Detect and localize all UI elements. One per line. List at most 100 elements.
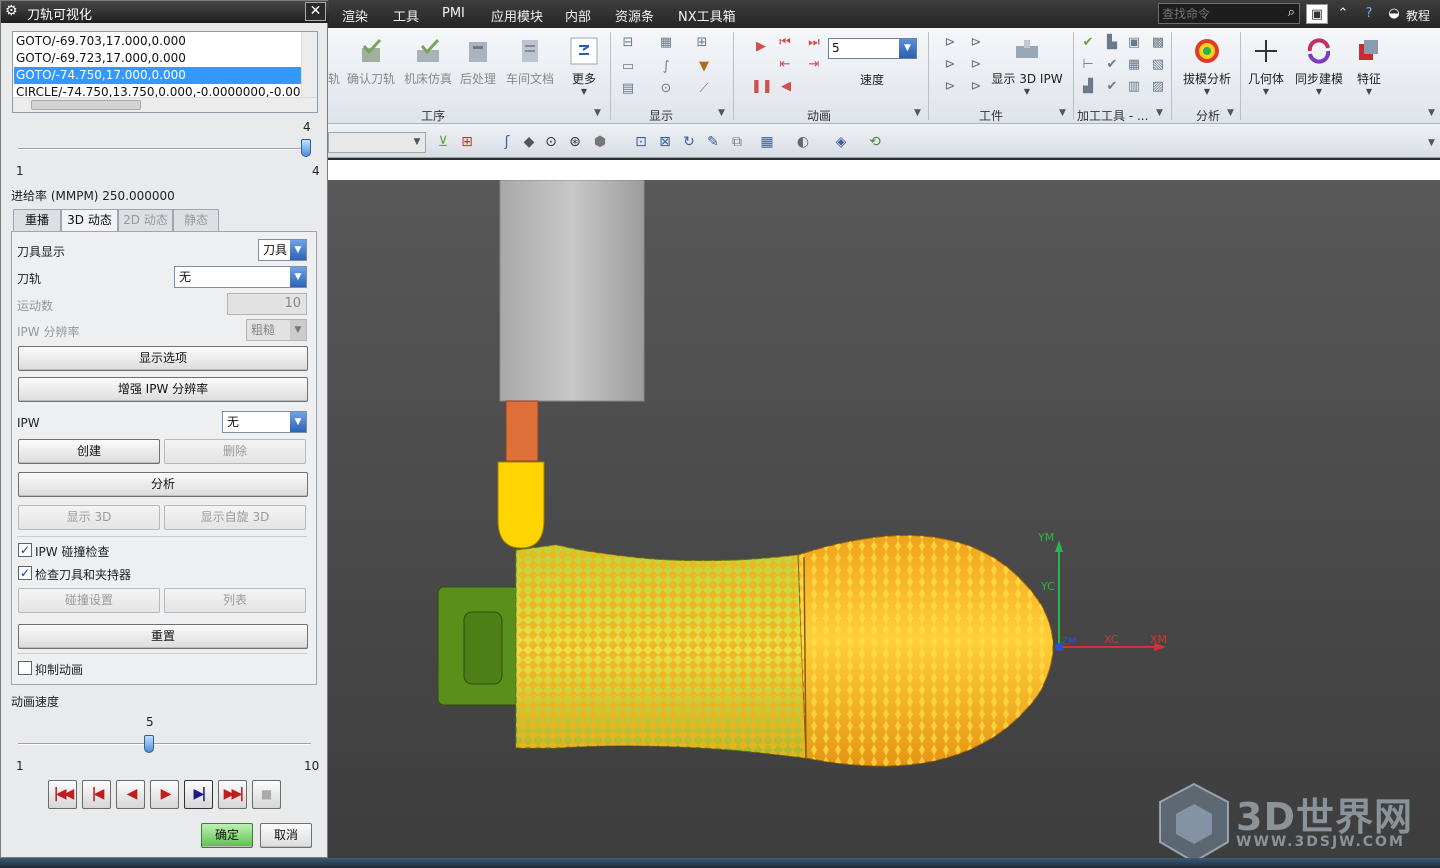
step-forward-icon[interactable]: ⇥ [806, 58, 822, 72]
list-item[interactable]: GOTO/-69.703,17.000,0.000 [14, 33, 302, 50]
view-pan-icon[interactable]: ✎ [704, 133, 722, 151]
group-expand-icon[interactable]: ▼ [1156, 108, 1163, 118]
rewind-to-start-button[interactable]: |◀◀ [48, 780, 77, 809]
part-scene[interactable]: YM YC XC XM ZM [328, 180, 1440, 860]
menu-nx-toolbox[interactable]: NX工具箱 [678, 6, 736, 25]
graphics-viewport[interactable]: YM YC XC XM ZM 3D世界网 WWW.3DSJW.COM [328, 160, 1440, 864]
reverse-icon[interactable]: ◀ [778, 80, 794, 94]
group-expand-icon[interactable]: ▼ [718, 108, 725, 118]
show-3d-ipw-button[interactable]: 显示 3D IPW ▼ [990, 36, 1064, 96]
motion-count-input[interactable]: 10 [227, 293, 307, 315]
check-tool-holder-checkbox[interactable]: ✓ [18, 566, 32, 580]
snap-curve-icon[interactable]: ʃ [498, 133, 516, 151]
step-forward-button[interactable]: ▶| [184, 780, 213, 809]
workpiece-tool-icon[interactable]: ⊳ [942, 36, 958, 50]
view-fit-icon[interactable]: ⊡ [632, 133, 650, 151]
group-expand-icon[interactable]: ▼ [594, 108, 601, 118]
display-tool-icon[interactable]: ⊟ [620, 36, 636, 50]
step-back-icon[interactable]: ⏮ [777, 36, 793, 50]
more-button[interactable]: 更多 ▼ [564, 36, 604, 96]
postprocess-button[interactable]: 后处理 [458, 36, 498, 87]
display-curve-icon[interactable]: ∫ [658, 60, 674, 74]
speed-slider-thumb[interactable] [143, 735, 154, 753]
menu-render[interactable]: 渲染 [342, 6, 368, 25]
menu-internal[interactable]: 内部 [565, 6, 591, 25]
group-expand-icon[interactable]: ▼ [1059, 108, 1066, 118]
play-icon[interactable]: ▶ [753, 40, 769, 54]
machining-tool-icon[interactable]: ▦ [1126, 58, 1142, 72]
show-spin-3d-button[interactable]: 显示自旋 3D [164, 505, 306, 530]
machining-tool-icon[interactable]: ▣ [1126, 36, 1142, 50]
step-back-button[interactable]: |◀ [82, 780, 111, 809]
menu-application[interactable]: 应用模块 [491, 6, 543, 25]
view-rotate-icon[interactable]: ↻ [680, 133, 698, 151]
list-horizontal-scrollbar[interactable] [13, 97, 317, 112]
list-item[interactable]: GOTO/-69.723,17.000,0.000 [14, 50, 302, 67]
display-line-icon[interactable]: ⟋ [696, 82, 712, 96]
help-icon[interactable]: ? [1358, 4, 1380, 24]
menu-pmi[interactable]: PMI [442, 6, 465, 21]
toolbar-expand-icon[interactable]: ▼ [1428, 138, 1435, 148]
pause-icon[interactable]: ❚❚ [751, 80, 773, 94]
fast-forward-button[interactable]: ▶▶| [218, 780, 247, 809]
snap-face-icon[interactable]: ◆ [520, 133, 538, 151]
view-zoom-icon[interactable]: ⊠ [656, 133, 674, 151]
machining-tool-icon[interactable]: ✔ [1080, 36, 1096, 50]
toolpath-listbox[interactable]: GOTO/-69.703,17.000,0.000 GOTO/-69.723,1… [12, 31, 318, 113]
suppress-animation-checkbox[interactable] [18, 661, 32, 675]
feature-button[interactable]: 特征 ▼ [1349, 36, 1389, 96]
view-perspective-icon[interactable]: ⧉ [728, 133, 746, 151]
machine-sim-button[interactable]: 机床仿真 [403, 36, 453, 87]
select-all-icon[interactable]: ⊞ [458, 133, 476, 151]
machining-tool-icon[interactable]: ▨ [1150, 80, 1166, 94]
ball-end-tool[interactable] [497, 461, 545, 549]
tool-collet[interactable] [505, 400, 539, 462]
display-options-button[interactable]: 显示选项 [18, 346, 308, 371]
window-toggle-icon[interactable]: ▣ [1306, 4, 1328, 24]
snap-body-icon[interactable]: ⬢ [591, 133, 609, 151]
snap-point-icon[interactable]: ⊙ [542, 133, 560, 151]
machining-tool-icon[interactable]: ✔ [1104, 80, 1120, 94]
machining-tool-icon[interactable]: ▟ [1080, 80, 1096, 94]
list-item-selected[interactable]: GOTO/-74.750,17.000,0.000 [14, 67, 302, 84]
ipw-select[interactable]: 无 ▼ [222, 411, 307, 433]
command-search[interactable]: ⌕ [1158, 3, 1300, 24]
tab-2d-dynamic[interactable]: 2D 动态 [118, 209, 173, 231]
menu-tools[interactable]: 工具 [393, 6, 419, 25]
top-slider-track[interactable] [18, 148, 311, 150]
sync-modeling-button[interactable]: 同步建模 ▼ [1290, 36, 1348, 96]
tutorial-label[interactable]: 教程 [1406, 7, 1430, 24]
delete-button[interactable]: 删除 [164, 439, 306, 464]
analyze-button[interactable]: 分析 [18, 472, 308, 497]
group-expand-icon[interactable]: ▼ [1227, 108, 1234, 118]
wcs-icon[interactable]: ⟲ [866, 133, 884, 151]
geometry-button[interactable]: 几何体 ▼ [1243, 36, 1289, 96]
stop-button[interactable]: ■ [252, 780, 281, 809]
enhance-ipw-button[interactable]: 增强 IPW 分辨率 [18, 377, 308, 402]
verify-toolpath-button[interactable]: 确认刀轨 [346, 36, 396, 87]
snap-intersect-icon[interactable]: ⊛ [566, 133, 584, 151]
display-tool-holder-icon[interactable]: ▼ [696, 60, 712, 74]
collision-settings-button[interactable]: 碰撞设置 [18, 588, 160, 613]
group-expand-icon[interactable]: ▼ [914, 108, 921, 118]
machining-tool-icon[interactable]: ▧ [1150, 58, 1166, 72]
close-button[interactable]: ✕ [305, 2, 326, 21]
path-select[interactable]: 无 ▼ [174, 266, 307, 288]
tutorial-icon[interactable]: ◒ [1383, 4, 1405, 24]
tool-holder[interactable] [499, 180, 645, 402]
tab-3d-dynamic[interactable]: 3D 动态 [61, 209, 118, 232]
cancel-button[interactable]: 取消 [260, 823, 312, 848]
workpiece-tool-icon[interactable]: ⊳ [942, 80, 958, 94]
filter-icon[interactable]: ⊻ [434, 133, 452, 151]
view-layout-icon[interactable]: ▦ [758, 133, 776, 151]
selection-filter-dropdown[interactable]: ▼ [328, 132, 426, 153]
reset-button[interactable]: 重置 [18, 624, 308, 649]
command-search-input[interactable] [1159, 4, 1277, 23]
draft-analysis-button[interactable]: 拔模分析 ▼ [1178, 36, 1236, 96]
step-forward-icon[interactable]: ⏭ [806, 36, 822, 50]
machining-tool-icon[interactable]: ▩ [1150, 36, 1166, 50]
display-grid-icon[interactable]: ⊞ [694, 36, 710, 50]
display-path-icon[interactable]: ▦ [658, 36, 674, 50]
ipw-collision-checkbox[interactable]: ✓ [18, 543, 32, 557]
menu-resource-bar[interactable]: 资源条 [615, 6, 654, 25]
